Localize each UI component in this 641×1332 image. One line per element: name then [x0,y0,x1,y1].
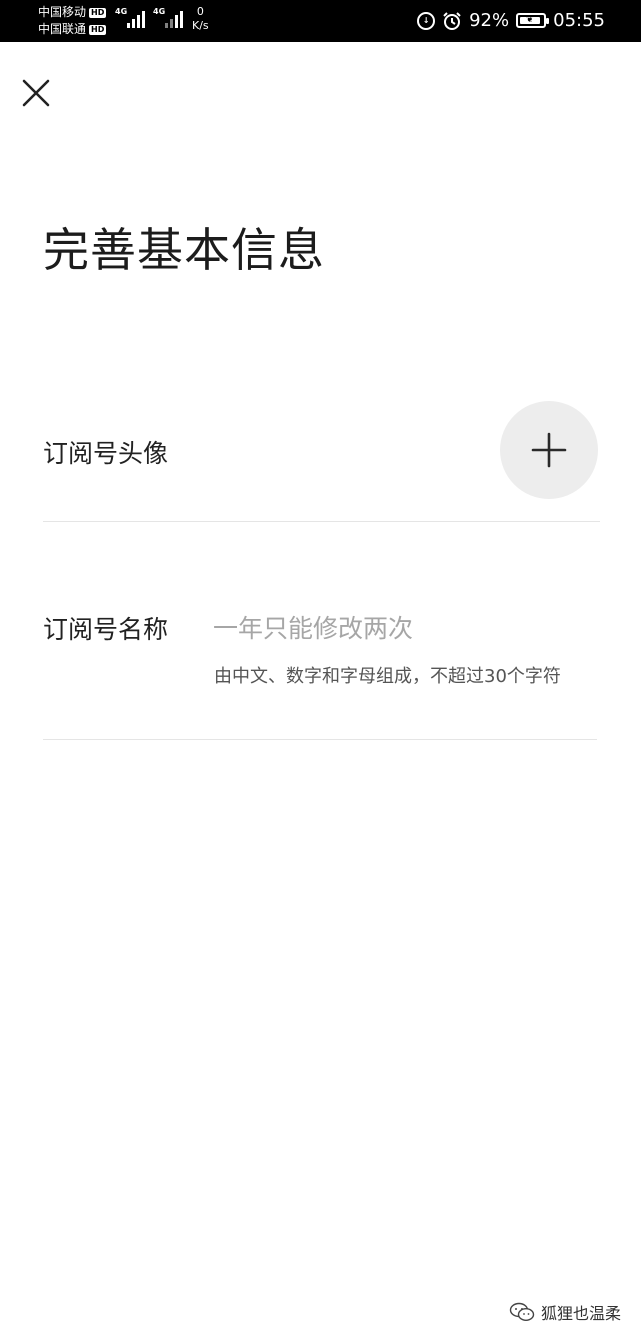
network-type-2: 4G [153,7,166,16]
alarm-icon [443,11,461,30]
carrier-1: 中国移动 [38,5,87,19]
add-avatar-button[interactable] [500,401,598,499]
carrier-2: 中国联通 [38,22,87,36]
name-hint: 由中文、数字和字母组成，不超过30个字符 [214,666,561,687]
watermark: 狐狸也温柔 [509,1300,621,1324]
plus-icon [531,432,567,468]
network-type-1: 4G [115,7,128,16]
clock: 05:55 [553,10,605,31]
carrier-info: 中国移动 HD 中国联通 HD [38,4,107,38]
status-bar: 中国移动 HD 中国联通 HD 4G 4G 0 K/s ↓ 92% ❦ 05:5… [0,0,641,42]
battery-percent: 92% [469,10,510,31]
battery-icon: ❦ [516,13,550,28]
avatar-row: 订阅号头像 [43,400,600,522]
watermark-text: 狐狸也温柔 [540,1304,621,1323]
name-label: 订阅号名称 [43,615,169,644]
page: 中国移动 HD 中国联通 HD 4G 4G 0 K/s ↓ 92% ❦ 05:5… [0,0,641,1332]
hd-icon: HD [89,24,107,35]
status-right: ↓ 92% ❦ 05:55 [417,10,605,31]
name-input[interactable] [213,608,593,648]
close-icon [22,79,50,107]
wechat-icon [509,1302,535,1322]
avatar-label: 订阅号头像 [43,439,169,468]
close-button[interactable] [20,77,52,109]
data-saver-icon: ↓ [417,11,436,30]
network-speed: 0 K/s [192,5,209,33]
signal-group: 4G 4G [115,8,183,28]
name-row: 订阅号名称 由中文、数字和字母组成，不超过30个字符 [43,522,597,740]
signal-icon: 4G [153,8,183,28]
speed-value: 0 [196,5,204,18]
hd-icon: HD [89,7,107,18]
speed-unit: K/s [192,19,209,32]
page-title: 完善基本信息 [43,223,325,277]
signal-icon: 4G [115,8,145,28]
